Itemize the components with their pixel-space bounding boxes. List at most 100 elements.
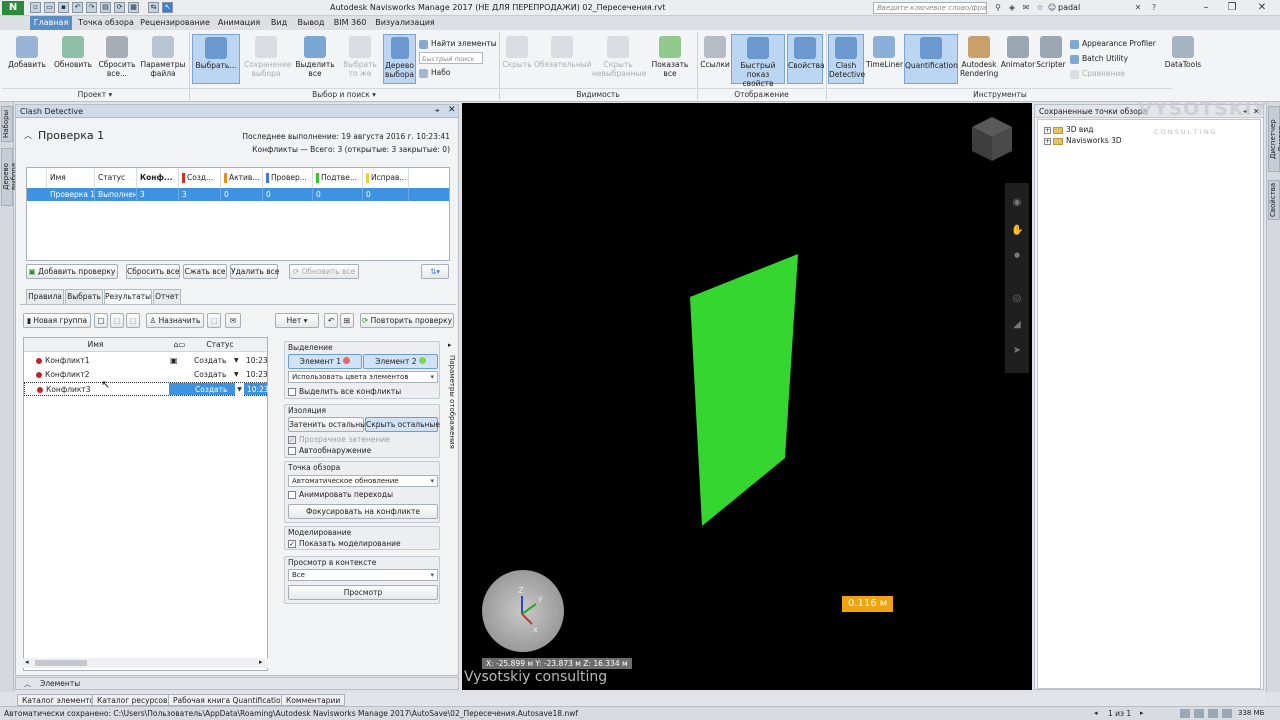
favorites-icon[interactable]: ☆ [1034,2,1046,14]
save-selection-button[interactable]: Сохранение выбора [244,36,292,78]
select-cursor-icon[interactable]: ↖ [162,2,173,13]
checkbox-box[interactable] [288,491,296,499]
reset-all-button[interactable]: Сбросить все... [96,36,138,78]
results-header-name[interactable]: Имя [24,338,167,352]
explode-icon-button[interactable]: ▢ [126,313,140,328]
results-header-status[interactable]: Статус [192,338,248,352]
column-header[interactable]: Подтве... [313,168,363,188]
resource-catalog-tab[interactable]: Каталог ресурсов [92,694,173,706]
tab-review[interactable]: Рецензирование [140,16,210,30]
list-item[interactable]: Конфликт2 Создать ▼ 10:23:41 [24,368,267,382]
measure-icon[interactable]: ⇆ [148,2,159,13]
tree-item[interactable]: +3D вид [1044,125,1093,135]
expand-icon[interactable]: + [1044,126,1051,134]
pin-icon[interactable]: ⌖ [435,106,440,116]
3d-viewport[interactable]: ◉ ✋ ● ◎ ◢ ➤ Z y x 0.116 м X: -25.899 м Y… [462,103,1032,690]
required-button[interactable]: Обязательный [534,36,592,69]
hide-others-button[interactable]: Скрыть остальные [365,417,440,432]
add-button[interactable]: Добавить [6,36,48,69]
list-item-selected[interactable]: Конфликт3 Создать ▼ 10:23:41 [24,382,268,397]
datatools-button[interactable]: DataTools [1164,36,1202,69]
group-select-search-label[interactable]: Выбор и поиск ▾ [190,88,498,100]
clash-status[interactable]: Создать [195,383,227,397]
pencil-icon[interactable] [1194,709,1204,718]
zoom-icon[interactable]: ● [1011,249,1023,261]
scroll-left-icon[interactable]: ◂ [25,658,29,666]
tab-select[interactable]: Выбрать [65,289,103,304]
minimize-button[interactable]: – [1194,0,1218,15]
select-button[interactable]: Выбрать... [192,34,240,84]
save-icon[interactable]: ▪ [58,2,69,13]
compare-button[interactable]: Сравнение [1070,68,1125,80]
update-all-button[interactable]: ⟳ Обновить все [289,264,359,279]
column-header[interactable]: Статус [95,168,137,188]
comments-tab[interactable]: Комментарии [281,694,346,706]
tab-results[interactable]: Результаты [104,289,152,305]
scripter-button[interactable]: Scripter [1036,36,1066,69]
restore-button[interactable]: ❐ [1220,0,1244,15]
view-button[interactable]: Просмотр [288,585,438,600]
checkbox-box[interactable] [288,447,296,455]
results-header-icons[interactable]: ⌂▭ [167,338,192,352]
communication-icon[interactable]: ✉ [1020,2,1032,14]
selection-tree-dock-tab[interactable]: Дерево выбора [1,148,18,206]
next-page-icon[interactable]: ▸ [1140,707,1144,720]
delete-all-button[interactable]: Удалить все [230,264,279,279]
timeliner-button[interactable]: TimeLiner [866,36,903,69]
results-header-found[interactable] [248,338,267,352]
appearance-profiler-button[interactable]: Appearance Profiler [1070,38,1156,50]
properties-button[interactable]: Свойства [787,34,825,84]
elements-bar[interactable]: ︿ Элементы [15,677,459,690]
save-as-icon[interactable]: ▦ [128,2,139,13]
collapse-icon[interactable]: ︿ [24,130,32,141]
batch-utility-button[interactable]: Batch Utility [1070,53,1128,65]
import-export-button[interactable]: ⇅▾ [421,264,449,279]
quick-find-input[interactable]: Быстрый поиск [419,52,483,64]
animate-transitions-checkbox[interactable]: Анимировать переходы [288,489,393,500]
search-icon[interactable]: ⚲ [992,2,1004,14]
display-settings-label[interactable]: Параметры отображения [446,355,456,449]
tab-rules[interactable]: Правила [26,289,64,304]
checkbox-box[interactable] [288,388,296,396]
look-icon[interactable]: ◢ [1011,319,1023,331]
quick-properties-button[interactable]: Быстрый показ свойств [731,34,785,88]
links-button[interactable]: Ссылки [700,36,730,69]
animator-button[interactable]: Animator [1000,36,1036,69]
reset-all-button[interactable]: Сбросить все [126,264,180,279]
steering-wheel-icon[interactable]: ◉ [1011,197,1023,209]
dim-others-button[interactable]: Затенить остальные [288,417,371,432]
compact-all-button[interactable]: Сжать все [183,264,227,279]
item-catalog-tab[interactable]: Каталог элементов [17,694,104,706]
find-items-button[interactable]: Найти элементы [419,38,497,50]
new-file-icon[interactable]: ▫ [30,2,41,13]
tab-animation[interactable]: Анимация [214,16,264,30]
undo-icon[interactable]: ↶ [72,2,83,13]
sheet-icon[interactable] [1180,709,1190,718]
quantification-button[interactable]: Quantification [904,34,958,84]
file-options-button[interactable]: Параметры файла [140,36,186,78]
refresh-button[interactable]: Обновить [52,36,94,69]
keyword-search-input[interactable]: Введите ключевое слово/фразу [873,2,987,14]
clash-element-shape[interactable] [690,254,798,526]
column-header[interactable]: Исправ... [363,168,409,188]
item2-toggle[interactable]: Элемент 2 [363,354,438,369]
new-group-button[interactable]: ▮ Новая группа [23,313,91,328]
scroll-thumb[interactable] [35,660,87,666]
item1-toggle[interactable]: Элемент 1 [288,354,362,369]
username[interactable]: padal [1058,3,1080,12]
table-row[interactable]: Проверка 1 Выполнен 3 3 0 0 0 0 [27,188,449,201]
compact-icon-button[interactable]: ⊞ [340,313,354,328]
ungroup-icon-button[interactable]: ▢ [110,313,124,328]
sets-dropdown[interactable]: Набо [419,67,450,79]
viewpoint-mode-select[interactable]: Автоматическое обновление [288,475,438,487]
highlight-mode-select[interactable]: Использовать цвета элементов [288,371,438,383]
refresh-icon[interactable]: ⟳ [114,2,125,13]
chevron-down-icon[interactable]: ▼ [234,354,239,368]
scroll-right-icon[interactable]: ▸ [259,658,263,666]
transparent-dim-checkbox[interactable]: ✓ Прозрачное затенение [288,434,390,445]
select-all-button[interactable]: Выделить все [292,36,338,78]
subscription-icon[interactable]: ◈ [1006,2,1018,14]
first-page-icon[interactable]: ◂ [1094,707,1098,720]
hide-button[interactable]: Скрыть [502,36,532,69]
column-header[interactable]: Конф... [137,168,179,188]
